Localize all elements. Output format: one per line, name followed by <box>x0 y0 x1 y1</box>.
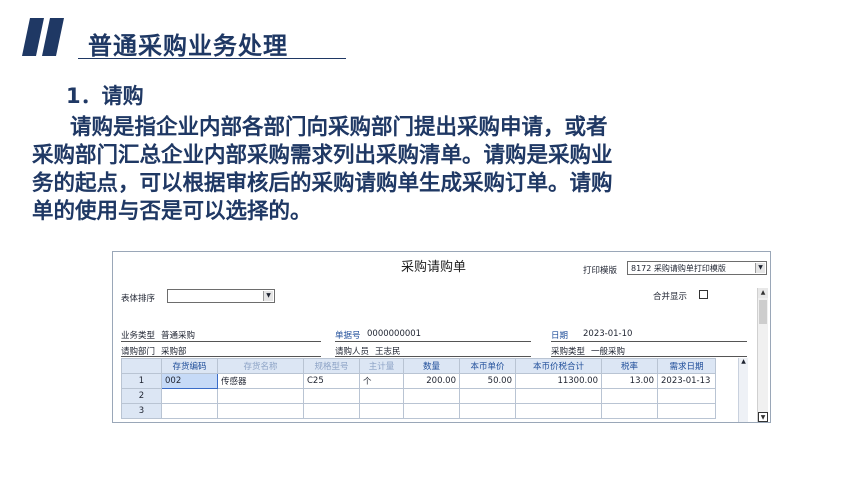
table-cell[interactable] <box>161 403 218 419</box>
doc-no-value[interactable]: 0000000001 <box>367 329 421 339</box>
table-cell[interactable] <box>515 388 602 404</box>
table-cell[interactable] <box>657 403 716 419</box>
column-header[interactable]: 数量 <box>403 358 460 374</box>
table-cell[interactable] <box>303 403 360 419</box>
grid-scrollbar[interactable]: ▲ <box>738 358 748 422</box>
business-type-value[interactable]: 普通采购 <box>161 329 195 341</box>
requisition-detail-table: 存货编码 存货名称 规格型号 主计量 数量 本币单价 本币价税合计 税率 需求日… <box>121 358 716 419</box>
print-template-label: 打印模版 <box>583 266 618 276</box>
column-header[interactable]: 规格型号 <box>303 358 360 374</box>
column-header[interactable]: 本币单价 <box>459 358 516 374</box>
paragraph-line: 请购是指企业内部各部门向采购部门提出采购申请，或者 <box>70 115 608 140</box>
field-underline <box>121 356 321 357</box>
table-cell[interactable] <box>657 388 716 404</box>
table-row[interactable]: 2 <box>121 388 716 404</box>
sort-label: 表体排序 <box>121 294 156 304</box>
print-template-value: 8172 采购请购单打印模版 <box>631 264 726 273</box>
slash-logo-icon <box>22 18 64 56</box>
table-cell[interactable]: 200.00 <box>403 373 460 389</box>
vertical-scrollbar[interactable]: ▲ ▼ <box>757 288 768 422</box>
scroll-down-icon[interactable]: ▼ <box>758 412 768 422</box>
table-cell[interactable]: 11300.00 <box>515 373 602 389</box>
business-type-label: 业务类型 <box>121 331 156 341</box>
sub-heading: 1．请购 <box>66 84 144 108</box>
chevron-down-icon[interactable]: ▼ <box>263 291 273 301</box>
doc-no-label: 单据号 <box>335 331 361 341</box>
form-title: 采购请购单 <box>401 260 467 275</box>
row-number: 1 <box>121 373 162 389</box>
table-cell[interactable] <box>359 388 404 404</box>
table-cell[interactable] <box>601 403 658 419</box>
table-cell[interactable]: 50.00 <box>459 373 516 389</box>
merge-display-label: 合并显示 <box>653 292 688 302</box>
date-label: 日期 <box>551 331 569 341</box>
scroll-up-icon[interactable]: ▲ <box>758 288 768 298</box>
row-number: 3 <box>121 403 162 419</box>
section-title: 普通采购业务处理 <box>88 32 288 60</box>
title-divider <box>78 58 346 59</box>
paragraph-line: 务的起点，可以根据审核后的采购请购单生成采购订单。请购 <box>32 171 613 196</box>
field-underline <box>121 341 321 342</box>
table-cell[interactable] <box>217 388 304 404</box>
table-cell[interactable] <box>403 388 460 404</box>
column-header[interactable]: 需求日期 <box>657 358 716 374</box>
field-underline <box>335 341 531 342</box>
column-header[interactable]: 本币价税合计 <box>515 358 602 374</box>
sort-select[interactable]: ▼ <box>167 289 275 303</box>
merge-display-checkbox[interactable] <box>699 290 708 299</box>
table-cell[interactable] <box>459 403 516 419</box>
chevron-down-icon[interactable]: ▼ <box>755 263 765 273</box>
column-header[interactable]: 主计量 <box>359 358 404 374</box>
table-cell[interactable] <box>303 388 360 404</box>
table-cell[interactable] <box>217 403 304 419</box>
table-cell[interactable] <box>515 403 602 419</box>
paragraph-line: 采购部门汇总企业内部采购需求列出采购清单。请购是采购业 <box>32 143 613 168</box>
field-underline <box>551 356 747 357</box>
table-cell[interactable]: 002 <box>161 373 218 389</box>
row-number: 2 <box>121 388 162 404</box>
column-header <box>121 358 162 374</box>
table-header-row: 存货编码 存货名称 规格型号 主计量 数量 本币单价 本币价税合计 税率 需求日… <box>121 358 716 374</box>
field-underline <box>551 341 747 342</box>
table-cell[interactable] <box>601 388 658 404</box>
scroll-thumb[interactable] <box>759 300 767 324</box>
print-template-select[interactable]: 8172 采购请购单打印模版 ▼ <box>627 261 767 275</box>
table-cell[interactable]: 传感器 <box>217 373 304 389</box>
table-row[interactable]: 1 002 传感器 C25 个 200.00 50.00 11300.00 13… <box>121 373 716 389</box>
table-cell[interactable] <box>403 403 460 419</box>
table-cell[interactable]: C25 <box>303 373 360 389</box>
field-underline <box>335 356 531 357</box>
table-cell[interactable]: 2023-01-13 <box>657 373 716 389</box>
purchase-requisition-window: 采购请购单 打印模版 8172 采购请购单打印模版 ▼ 表体排序 ▼ 合并显示 … <box>112 251 771 423</box>
table-cell[interactable] <box>459 388 516 404</box>
column-header[interactable]: 存货编码 <box>161 358 218 374</box>
table-row[interactable]: 3 <box>121 403 716 419</box>
paragraph-line: 单的使用与否是可以选择的。 <box>32 199 312 224</box>
column-header[interactable]: 存货名称 <box>217 358 304 374</box>
body-paragraph: 请购是指企业内部各部门向采购部门提出采购申请，或者 采购部门汇总企业内部采购需求… <box>32 114 832 226</box>
date-value[interactable]: 2023-01-10 <box>583 329 632 339</box>
table-cell[interactable] <box>359 403 404 419</box>
table-cell[interactable]: 13.00 <box>601 373 658 389</box>
table-cell[interactable] <box>161 388 218 404</box>
column-header[interactable]: 税率 <box>601 358 658 374</box>
table-cell[interactable]: 个 <box>359 373 404 389</box>
